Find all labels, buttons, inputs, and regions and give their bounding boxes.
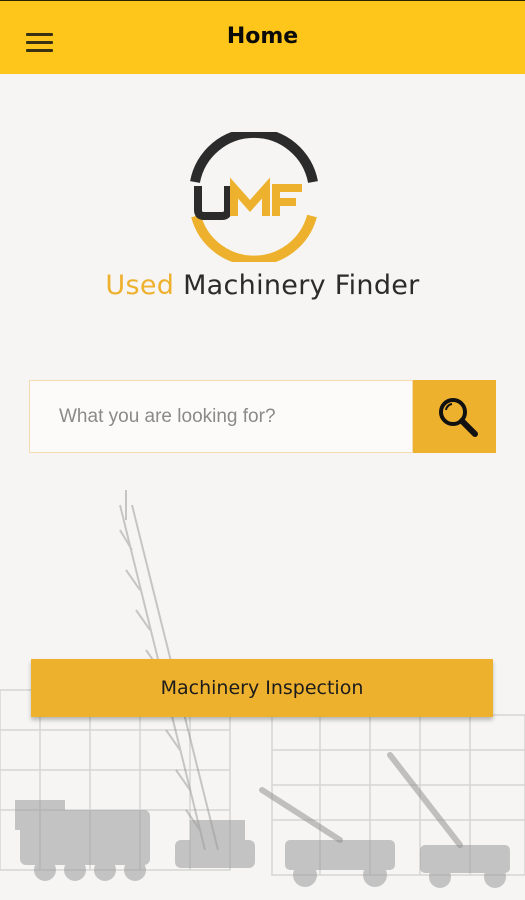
umf-logo (190, 132, 318, 262)
brand-rest-words: Machinery Finder (174, 270, 420, 301)
machinery-inspection-button[interactable]: Machinery Inspection (31, 659, 493, 717)
app-bar: Home (0, 0, 525, 74)
search-button[interactable] (413, 380, 496, 453)
page-title: Home (226, 24, 299, 49)
search-box (29, 380, 413, 453)
brand-name: Used Machinery Finder (0, 270, 525, 301)
brand-used-word: Used (105, 270, 175, 301)
search-input[interactable] (30, 381, 412, 452)
search-icon (439, 398, 478, 437)
